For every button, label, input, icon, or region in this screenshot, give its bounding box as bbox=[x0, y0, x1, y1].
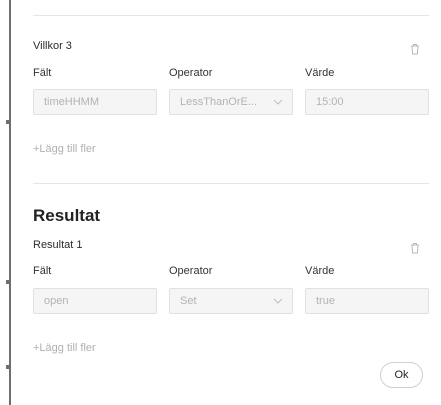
operator-select[interactable]: LessThanOrE... bbox=[169, 89, 293, 115]
add-more-link[interactable]: +Lägg till fler bbox=[33, 143, 96, 155]
value-label: Värde bbox=[305, 265, 335, 277]
condition-title: Villkor 3 bbox=[33, 40, 72, 52]
divider-middle bbox=[33, 183, 429, 184]
operator-label: Operator bbox=[169, 67, 213, 79]
results-heading: Resultat bbox=[33, 206, 101, 225]
add-more-link[interactable]: +Lägg till fler bbox=[33, 342, 96, 354]
operator-select[interactable]: Set bbox=[169, 288, 293, 314]
operator-label: Operator bbox=[169, 265, 213, 277]
field-input-value: open bbox=[44, 295, 69, 307]
chevron-down-icon bbox=[273, 99, 283, 105]
field-input[interactable]: open bbox=[33, 288, 157, 314]
chevron-down-icon bbox=[273, 298, 283, 304]
trash-icon[interactable] bbox=[408, 241, 422, 255]
field-input[interactable]: timeHHMM bbox=[33, 89, 157, 115]
operator-select-value: Set bbox=[180, 295, 197, 307]
value-label: Värde bbox=[305, 67, 335, 79]
rail-marker bbox=[6, 365, 10, 369]
value-input-value: 15:00 bbox=[316, 96, 344, 108]
ok-button[interactable]: Ok bbox=[380, 362, 423, 388]
field-label: Fält bbox=[33, 67, 52, 79]
result-title: Resultat 1 bbox=[33, 239, 83, 251]
left-rail bbox=[9, 0, 11, 405]
value-input-value: true bbox=[316, 295, 335, 307]
field-label: Fält bbox=[33, 265, 52, 277]
value-input[interactable]: 15:00 bbox=[305, 89, 429, 115]
rail-marker bbox=[6, 280, 10, 284]
value-input[interactable]: true bbox=[305, 288, 429, 314]
rail-marker bbox=[6, 120, 10, 124]
trash-icon[interactable] bbox=[408, 42, 422, 56]
field-input-value: timeHHMM bbox=[44, 96, 99, 108]
divider-top bbox=[33, 15, 429, 16]
operator-select-value: LessThanOrE... bbox=[180, 96, 258, 108]
